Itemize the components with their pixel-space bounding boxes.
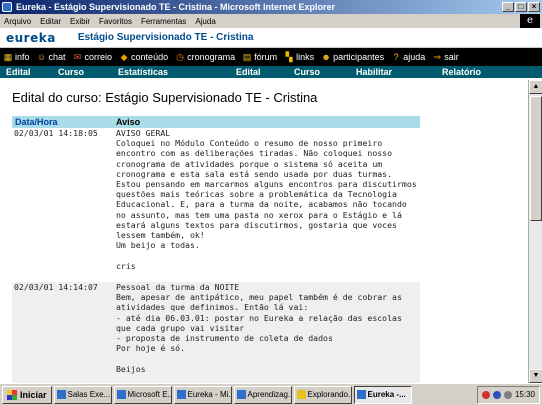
toolbar-mail[interactable]: ✉ correio [73,52,113,62]
scroll-down-button[interactable]: ▼ [529,369,542,383]
col-header-datetime: Data/Hora [15,117,58,127]
toolbar-label: ajuda [403,52,426,62]
ie-icon [236,390,246,399]
ie-icon [356,390,366,399]
forum-icon: ▤ [242,52,252,62]
tray-app-icon[interactable] [481,390,490,399]
toolbar-schedule[interactable]: ◷ cronograma [175,52,235,62]
taskbar-item[interactable]: Eureka - Mi... [173,385,232,404]
exit-icon: ⇒ [433,52,441,62]
toolbar-help[interactable]: ? ajuda [391,52,426,62]
site-header: eureka Estágio Supervisionado TE - Crist… [0,28,542,48]
toolbar-label: conteúdo [131,52,169,62]
participants-icon: ☻ [321,52,331,62]
window-title-bar[interactable]: Eureka - Estágio Supervisionado TE - Cri… [0,0,542,14]
toolbar-links[interactable]: ▚ links [284,52,314,62]
document-icon [56,390,66,399]
site-toolbar: ▦ info ☺ chat ✉ correio ◆ conteúdo ◷ cronograma ▤ f… [0,48,542,66]
taskbar-item[interactable]: Microsoft E... [113,385,172,404]
nav-estatisticas[interactable]: Estatísticas [118,67,236,77]
ie-icon [176,390,186,399]
notice-datetime: 02/03/01 14:18:05 [14,128,98,138]
course-nav: Edital Curso Estatísticas Edital Curso H… [0,66,542,78]
close-button[interactable]: × [528,2,540,12]
menu-ajuda[interactable]: Ajuda [195,17,215,26]
minimize-button[interactable]: _ [502,2,514,12]
menu-arquivo[interactable]: Arquivo [4,17,31,26]
tray-network-icon[interactable] [492,390,501,399]
toolbar-chat[interactable]: ☺ chat [37,52,66,62]
toolbar-label: cronograma [187,52,236,62]
info-icon: ▦ [3,52,13,62]
course-title: Estágio Supervisionado TE - Cristina [77,32,254,43]
links-icon: ▚ [285,52,293,62]
ie-app-icon [2,2,12,12]
toolbar-label: sair [444,52,459,62]
menu-editar[interactable]: Editar [40,17,61,26]
notice-text: AVISO GERAL Coloquei no Módulo Conteúdo … [116,128,417,271]
windows-flag-icon [7,389,17,400]
content-icon: ◆ [120,52,128,62]
taskbar-item-active[interactable]: Eureka -... [353,385,412,404]
menu-favoritos[interactable]: Favoritos [99,17,132,26]
toolbar-participants[interactable]: ☻ participantes [321,52,384,62]
taskbar-item[interactable]: Explorando... [293,385,352,404]
taskbar: Iniciar Salas Exe... Microsoft E... Eure… [0,383,542,405]
notices-table-header: Data/Hora Aviso [12,116,420,128]
toolbar-label: participantes [333,52,385,62]
toolbar-label: links [296,52,315,62]
toolbar-label: info [15,52,30,62]
notice-text: Pessoal da turma da NOITE Bem, apesar de… [116,282,402,374]
toolbar-label: fórum [254,52,278,62]
help-icon: ? [393,52,399,62]
taskbar-item[interactable]: Salas Exe... [53,385,112,404]
toolbar-exit[interactable]: ⇒ sair [432,52,459,62]
toolbar-label: chat [48,52,66,62]
mail-icon: ✉ [73,52,82,62]
eureka-logo[interactable]: eureka [6,31,56,45]
system-tray: 15:30 [476,385,540,404]
table-row: 02/03/01 14:14:07 Pessoal da turma da NO… [12,282,420,383]
page-heading: Edital do curso: Estágio Supervisionado … [12,90,318,105]
chat-icon: ☺ [36,52,47,62]
menu-bar: Arquivo Editar Exibir Favoritos Ferramen… [0,14,542,28]
notice-datetime: 02/03/01 14:14:07 [14,282,98,292]
schedule-icon: ◷ [176,52,185,62]
browser-page: eureka Estágio Supervisionado TE - Crist… [0,28,542,383]
menu-ferramentas[interactable]: Ferramentas [141,17,186,26]
word-icon [116,390,126,399]
scroll-thumb[interactable] [530,96,542,221]
col-header-notice: Aviso [116,117,141,127]
nav-habilitar[interactable]: Habilitar [356,67,442,77]
clock[interactable]: 15:30 [515,390,535,399]
ie-throbber-icon: e [520,14,540,28]
toolbar-label: correio [84,52,113,62]
nav-edital-admin[interactable]: Edital [236,67,294,77]
vertical-scrollbar[interactable]: ▲ ▼ [528,80,542,383]
toolbar-forum[interactable]: ▤ fórum [242,52,277,62]
scroll-up-button[interactable]: ▲ [529,80,542,94]
nav-relatorio[interactable]: Relatório [442,67,481,77]
nav-edital[interactable]: Edital [0,67,58,77]
toolbar-info[interactable]: ▦ info [3,52,30,62]
nav-curso[interactable]: Curso [58,67,118,77]
start-button[interactable]: Iniciar [2,385,52,404]
speaker-icon[interactable] [503,390,512,399]
toolbar-content[interactable]: ◆ conteúdo [119,52,169,62]
nav-curso-admin[interactable]: Curso [294,67,356,77]
taskbar-item[interactable]: Aprendizag... [233,385,292,404]
folder-icon [296,390,306,399]
window-title: Eureka - Estágio Supervisionado TE - Cri… [16,2,336,12]
menu-exibir[interactable]: Exibir [70,17,90,26]
start-label: Iniciar [20,389,47,400]
maximize-button[interactable]: □ [515,2,527,12]
